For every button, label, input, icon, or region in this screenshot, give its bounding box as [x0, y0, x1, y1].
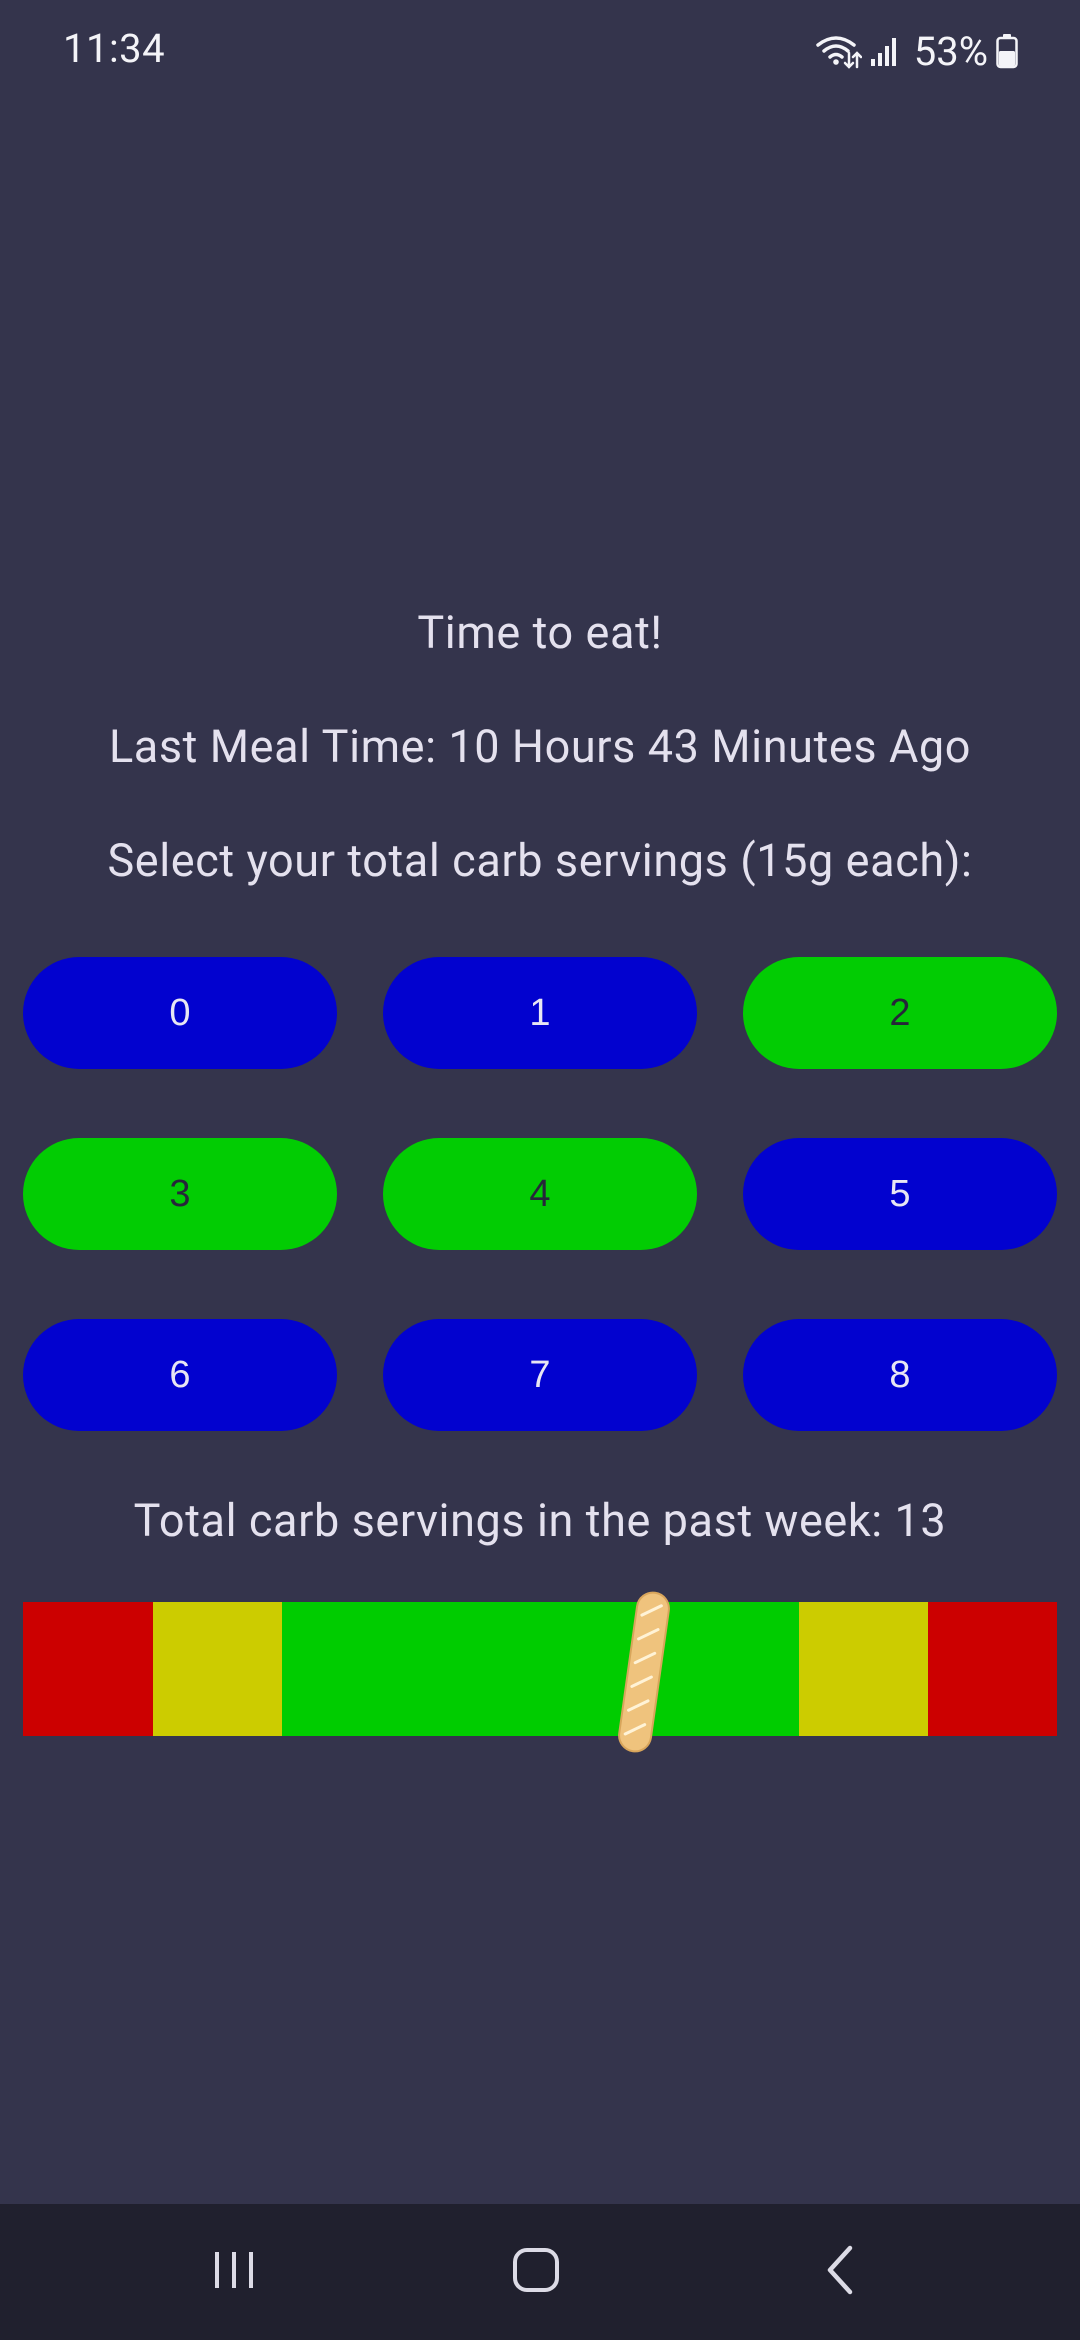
weekly-total: Total carb servings in the past week: 13: [133, 1494, 947, 1547]
cellular-signal-icon: [870, 35, 900, 67]
carb-button-8[interactable]: 8: [743, 1319, 1057, 1431]
home-button[interactable]: [436, 2204, 636, 2340]
last-meal-time: Last Meal Time: 10 Hours 43 Minutes Ago: [108, 720, 972, 773]
carb-button-6[interactable]: 6: [23, 1319, 337, 1431]
gauge-segment-red-high: [928, 1602, 1057, 1736]
home-icon: [512, 2246, 560, 2298]
carb-button-4[interactable]: 4: [383, 1138, 697, 1250]
carb-button-5[interactable]: 5: [743, 1138, 1057, 1250]
carb-button-0[interactable]: 0: [23, 957, 337, 1069]
gauge-segment-yellow-low: [153, 1602, 282, 1736]
status-time: 11:34: [63, 25, 166, 72]
gauge-segment-yellow-high: [799, 1602, 928, 1736]
carb-gauge: [23, 1602, 1057, 1736]
back-button[interactable]: [740, 2204, 940, 2340]
baguette-icon: [617, 1588, 671, 1756]
recent-apps-button[interactable]: [134, 2204, 334, 2340]
recent-apps-icon: [211, 2247, 257, 2297]
back-icon: [822, 2244, 858, 2300]
carb-button-7[interactable]: 7: [383, 1319, 697, 1431]
gauge-segment-red-low: [23, 1602, 153, 1736]
carb-button-3[interactable]: 3: [23, 1138, 337, 1250]
gauge-segment-green-left: [282, 1602, 540, 1736]
battery-icon: [996, 33, 1018, 69]
carb-button-2[interactable]: 2: [743, 957, 1057, 1069]
status-bar: 11:34 53%: [0, 0, 1080, 100]
carb-prompt: Select your total carb servings (15g eac…: [107, 834, 973, 887]
carb-button-1[interactable]: 1: [383, 957, 697, 1069]
navigation-bar: [0, 2204, 1080, 2340]
status-icons: 53%: [815, 26, 1018, 76]
battery-percent: 53%: [913, 27, 988, 75]
wifi-data-icon: [815, 33, 862, 69]
headline: Time to eat!: [417, 606, 663, 659]
